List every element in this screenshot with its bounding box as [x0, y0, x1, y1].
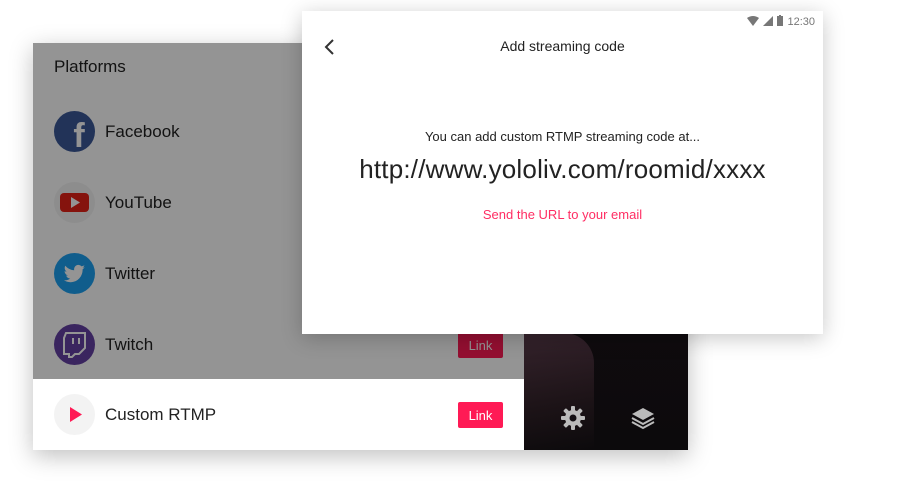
signal-icon	[763, 15, 774, 29]
status-bar: 12:30	[747, 14, 815, 30]
play-icon	[54, 394, 95, 435]
gear-icon[interactable]	[560, 405, 586, 431]
wifi-icon	[747, 15, 760, 29]
link-button-custom-rtmp[interactable]: Link	[458, 402, 503, 428]
battery-icon	[777, 15, 784, 29]
add-streaming-code-dialog: 12:30 Add streaming code You can add cus…	[302, 11, 823, 334]
platform-label: Custom RTMP	[105, 405, 217, 424]
dialog-description: You can add custom RTMP streaming code a…	[424, 129, 701, 144]
platform-item-custom-rtmp[interactable]: Custom RTMP Link	[33, 379, 524, 450]
dialog-title: Add streaming code	[500, 38, 625, 54]
send-url-email-link[interactable]: Send the URL to your email	[302, 207, 823, 222]
preview-image	[524, 333, 594, 450]
streaming-url: http://www.yololiv.com/roomid/xxxx	[359, 154, 766, 184]
layers-icon[interactable]	[630, 405, 656, 431]
status-time: 12:30	[787, 16, 815, 28]
